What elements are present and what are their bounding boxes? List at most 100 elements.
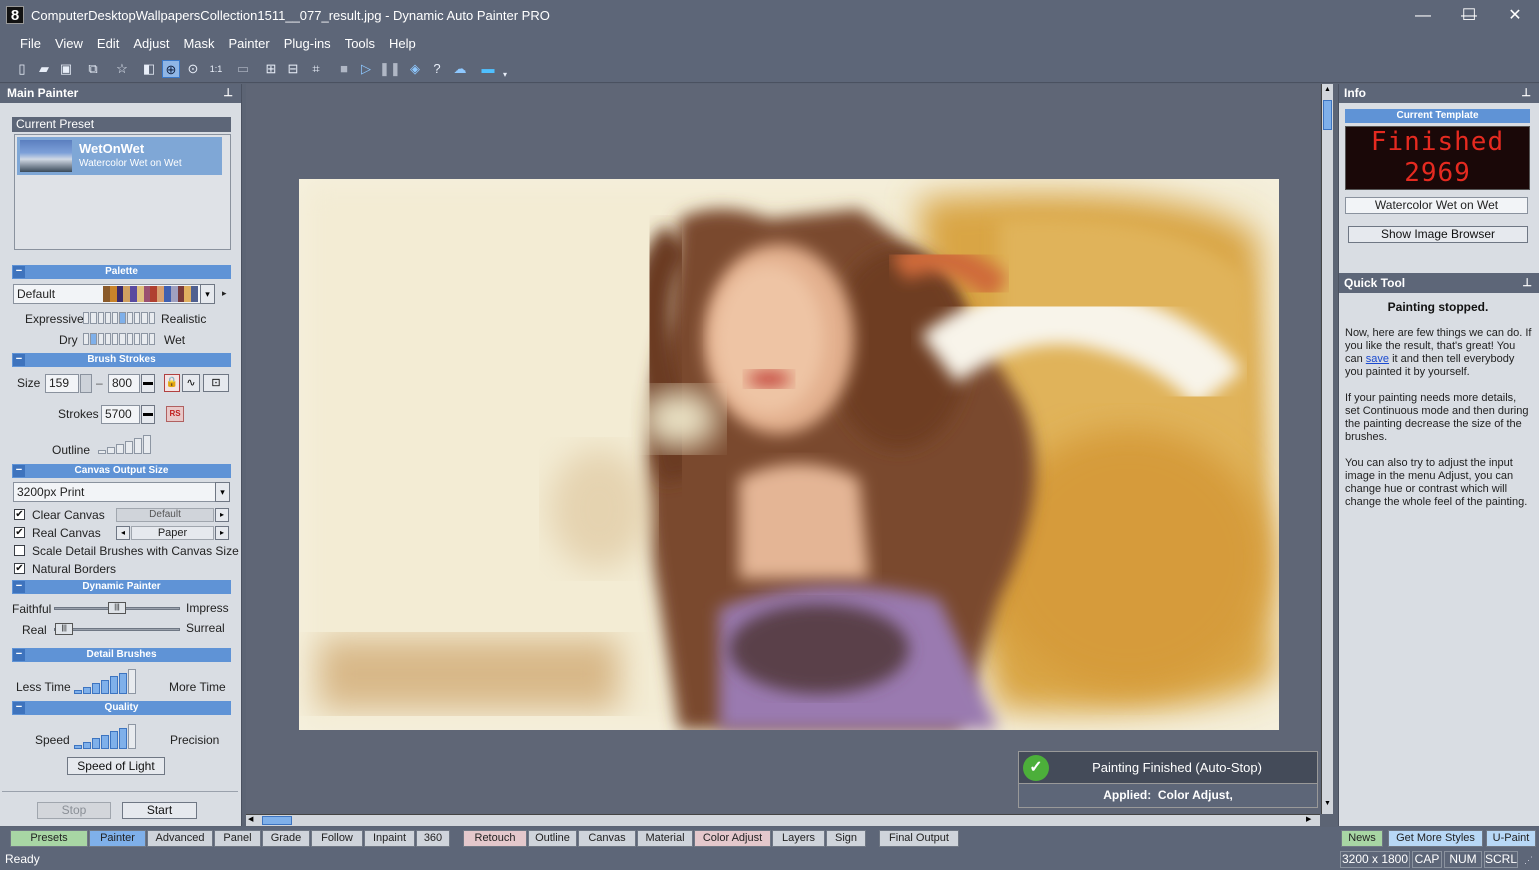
collapse-icon[interactable]: − xyxy=(13,266,25,278)
zoom-in-icon[interactable]: ⊙ xyxy=(184,60,202,78)
faithful-impress-thumb[interactable]: ||| xyxy=(108,602,126,614)
tab-layers[interactable]: Layers xyxy=(772,830,825,847)
canvas-output-dropdown-icon[interactable]: ▾ xyxy=(215,482,230,502)
save-as-icon[interactable]: ⧉ xyxy=(84,60,102,78)
monitor-icon[interactable]: ▬ xyxy=(479,60,497,78)
collapse-icon[interactable]: − xyxy=(13,354,25,366)
brush-pattern-icon[interactable]: ⊡ xyxy=(203,374,229,392)
detail-level-bars[interactable] xyxy=(74,669,136,694)
collapse-icon[interactable]: − xyxy=(13,581,25,593)
u-paint-tab[interactable]: U-Paint xyxy=(1486,830,1536,847)
tab-outline[interactable]: Outline xyxy=(528,830,577,847)
rs-badge[interactable]: RS xyxy=(166,406,184,422)
natural-borders-checkbox[interactable]: ✔ xyxy=(14,563,25,574)
save-link[interactable]: save xyxy=(1366,353,1389,365)
cloud-upload-icon[interactable]: ☁ xyxy=(451,60,469,78)
quality-level-bars[interactable] xyxy=(74,724,136,749)
scroll-up-icon[interactable]: ▲ xyxy=(1323,86,1332,96)
pin-icon[interactable]: ⊥ xyxy=(223,84,233,103)
save-icon[interactable]: ▣ xyxy=(57,60,75,78)
layout-1-icon[interactable]: ⊞ xyxy=(262,60,280,78)
tab-color-adjust[interactable]: Color Adjust xyxy=(694,830,771,847)
stop-icon[interactable]: ■ xyxy=(335,60,353,78)
scroll-left-icon[interactable]: ◀ xyxy=(248,815,258,825)
real-surreal-thumb[interactable]: ||| xyxy=(55,623,74,635)
canvas-output-section-header[interactable]: − Canvas Output Size xyxy=(12,464,231,478)
menu-edit[interactable]: Edit xyxy=(90,31,126,56)
collapse-icon[interactable]: − xyxy=(13,649,25,661)
preset-item[interactable]: WetOnWet Watercolor Wet on Wet xyxy=(17,137,222,175)
close-button[interactable]: ✕ xyxy=(1492,0,1538,31)
zoom-fit-icon[interactable]: ⊕ xyxy=(162,60,180,78)
resize-grip-icon[interactable]: ⋰ xyxy=(1524,855,1533,866)
clear-canvas-value[interactable]: Default xyxy=(116,508,214,522)
scroll-down-icon[interactable]: ▼ xyxy=(1323,800,1332,810)
open-folder-icon[interactable]: ▰ xyxy=(35,60,53,78)
size-max-spinner[interactable]: ▬ xyxy=(141,374,155,393)
horizontal-scrollbar[interactable]: ◀ ▶ xyxy=(246,814,1320,826)
brush-strokes-section-header[interactable]: − Brush Strokes xyxy=(12,353,231,367)
strokes-input[interactable]: 5700 xyxy=(101,405,140,424)
scroll-right-icon[interactable]: ▶ xyxy=(1306,815,1316,825)
crop-icon[interactable]: ⌗ xyxy=(307,60,325,78)
tab-advanced[interactable]: Advanced xyxy=(147,830,213,847)
pause-icon[interactable]: ❚❚ xyxy=(379,60,401,78)
actual-size-button[interactable]: 1:1 xyxy=(206,60,226,78)
get-more-styles-tab[interactable]: Get More Styles xyxy=(1388,830,1483,847)
tab-final-output[interactable]: Final Output xyxy=(879,830,959,847)
collapse-icon[interactable]: − xyxy=(13,702,25,714)
real-canvas-prev-icon[interactable]: ◂ xyxy=(116,526,130,540)
tab-retouch[interactable]: Retouch xyxy=(463,830,527,847)
play-icon[interactable]: ▷ xyxy=(357,60,375,78)
size-min-spinner[interactable] xyxy=(80,374,92,393)
menu-painter[interactable]: Painter xyxy=(222,31,277,56)
palette-dropdown-icon[interactable]: ▾ xyxy=(200,284,215,304)
size-max-input[interactable]: 800 xyxy=(108,374,140,393)
tab-canvas[interactable]: Canvas xyxy=(578,830,636,847)
detail-brushes-section-header[interactable]: − Detail Brushes xyxy=(12,648,231,662)
menu-view[interactable]: View xyxy=(48,31,90,56)
canvas-output-select[interactable]: 3200px Print xyxy=(13,482,216,502)
palette-more-icon[interactable]: ▸ xyxy=(222,288,227,299)
pin-icon[interactable]: ⊥ xyxy=(1522,273,1532,293)
preset-list[interactable]: WetOnWet Watercolor Wet on Wet xyxy=(14,134,231,250)
show-image-browser-button[interactable]: Show Image Browser xyxy=(1348,226,1528,243)
dry-wet-slider[interactable] xyxy=(83,333,155,345)
tab-painter[interactable]: Painter xyxy=(89,830,146,847)
clear-canvas-next-icon[interactable]: ▸ xyxy=(215,508,229,522)
vertical-scroll-thumb[interactable] xyxy=(1323,100,1332,130)
expressive-realistic-slider[interactable] xyxy=(83,312,155,324)
lock-icon[interactable]: 🔒 xyxy=(164,374,180,392)
minimize-button[interactable]: — xyxy=(1400,0,1446,31)
vertical-scrollbar[interactable]: ▲ ▼ xyxy=(1321,84,1333,814)
compare-icon[interactable]: ◧ xyxy=(140,60,158,78)
favorite-star-icon[interactable]: ☆ xyxy=(113,60,131,78)
news-tab[interactable]: News xyxy=(1341,830,1383,847)
size-min-input[interactable]: 159 xyxy=(45,374,79,393)
help-icon[interactable]: ? xyxy=(428,60,446,78)
clear-canvas-checkbox[interactable]: ✔ xyxy=(14,509,25,520)
real-canvas-next-icon[interactable]: ▸ xyxy=(215,526,229,540)
tab-material[interactable]: Material xyxy=(637,830,693,847)
tab-inpaint[interactable]: Inpaint xyxy=(364,830,415,847)
real-canvas-value[interactable]: Paper xyxy=(131,526,214,540)
menu-help[interactable]: Help xyxy=(382,31,423,56)
tab-follow[interactable]: Follow xyxy=(311,830,363,847)
tab-grade[interactable]: Grade xyxy=(262,830,310,847)
menu-file[interactable]: File xyxy=(13,31,48,56)
pin-icon[interactable]: ⊥ xyxy=(1521,84,1531,103)
quality-section-header[interactable]: − Quality xyxy=(12,701,231,715)
menu-mask[interactable]: Mask xyxy=(176,31,221,56)
dynamic-painter-section-header[interactable]: − Dynamic Painter xyxy=(12,580,231,594)
strokes-spinner[interactable]: ▬ xyxy=(141,405,155,424)
menu-tools[interactable]: Tools xyxy=(338,31,382,56)
speed-of-light-button[interactable]: Speed of Light xyxy=(67,757,165,775)
scale-detail-checkbox[interactable] xyxy=(14,545,25,556)
tab-panel[interactable]: Panel xyxy=(214,830,261,847)
palette-section-header[interactable]: − Palette xyxy=(12,265,231,279)
tab-360[interactable]: 360 xyxy=(416,830,450,847)
horizontal-scroll-thumb[interactable] xyxy=(262,816,292,825)
start-button[interactable]: Start xyxy=(122,802,197,819)
layout-2-icon[interactable]: ⊟ xyxy=(284,60,302,78)
toolbar-overflow-icon[interactable]: ▾ xyxy=(500,66,510,84)
